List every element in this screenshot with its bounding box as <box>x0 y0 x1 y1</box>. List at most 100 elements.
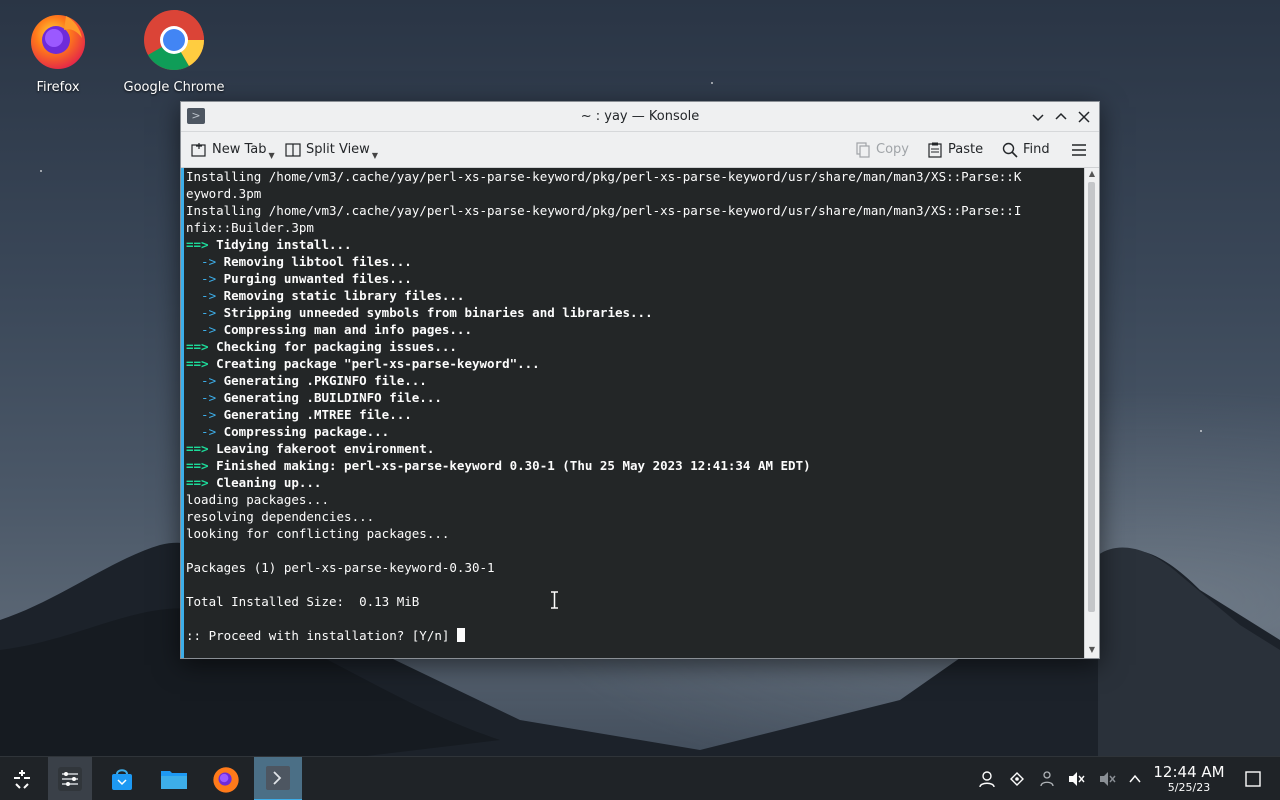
firefox-icon <box>213 767 239 793</box>
scrollbar-thumb[interactable] <box>1088 182 1095 612</box>
desktop-icon-chrome[interactable]: Google Chrome <box>119 8 229 95</box>
taskbar-firefox-app[interactable] <box>204 757 248 800</box>
terminal-line-prefix: -> <box>186 407 217 422</box>
paste-icon <box>928 142 942 158</box>
scroll-up-icon[interactable]: ▲ <box>1087 169 1097 181</box>
terminal-line-text: Generating .PKGINFO file... <box>216 373 427 388</box>
terminal-line-text: Leaving fakeroot environment. <box>208 441 435 456</box>
split-view-icon <box>285 143 301 157</box>
terminal-line: nfix::Builder.3pm <box>186 219 1084 236</box>
copy-label: Copy <box>876 142 909 157</box>
taskbar-dolphin-app[interactable] <box>152 757 196 800</box>
terminal-line: ==> Finished making: perl-xs-parse-keywo… <box>186 457 1084 474</box>
terminal-icon <box>266 766 290 790</box>
network-icon <box>1040 771 1054 787</box>
terminal-line-text: Removing libtool files... <box>216 254 412 269</box>
digital-clock[interactable]: 12:44 AM 5/25/23 <box>1148 763 1230 795</box>
terminal-line: -> Compressing man and info pages... <box>186 321 1084 338</box>
window-title: ~ : yay — Konsole <box>580 109 700 124</box>
kde-connect-icon[interactable] <box>1007 769 1027 789</box>
terminal-line-text: Installing /home/vm3/.cache/yay/perl-xs-… <box>186 169 1022 184</box>
terminal-line-text: loading packages... <box>186 492 329 507</box>
terminal-line-prefix: -> <box>186 322 217 337</box>
terminal-line: ==> Tidying install... <box>186 236 1084 253</box>
maximize-button[interactable] <box>1050 106 1072 128</box>
terminal-line-text: Compressing package... <box>216 424 390 439</box>
terminal-output[interactable]: Installing /home/vm3/.cache/yay/perl-xs-… <box>181 168 1084 658</box>
terminal-scrollbar[interactable]: ▲ ▼ <box>1084 168 1099 658</box>
terminal-line-prefix: ==> <box>186 339 209 354</box>
new-tab-button[interactable]: New Tab ▼ <box>191 140 275 160</box>
split-view-button[interactable]: Split View ▼ <box>285 140 378 160</box>
terminal-line: ==> Checking for packaging issues... <box>186 338 1084 355</box>
taskbar-settings-app[interactable] <box>48 757 92 800</box>
chevron-down-icon: ▼ <box>371 151 378 160</box>
find-button[interactable]: Find <box>1002 140 1050 160</box>
terminal-line: looking for conflicting packages... <box>186 525 1084 542</box>
taskbar-discover-app[interactable] <box>100 757 144 800</box>
terminal-line-prefix: -> <box>186 288 217 303</box>
microphone-muted-icon[interactable] <box>1097 769 1117 789</box>
terminal-line-text: Cleaning up... <box>208 475 322 490</box>
star <box>711 82 713 84</box>
terminal-line-text: resolving dependencies... <box>186 509 375 524</box>
terminal-line: ==> Creating package "perl-xs-parse-keyw… <box>186 355 1084 372</box>
minimize-button[interactable] <box>1027 106 1049 128</box>
terminal-line: eyword.3pm <box>186 185 1084 202</box>
terminal-line-text: Compressing man and info pages... <box>216 322 472 337</box>
star <box>1200 430 1202 432</box>
terminal-line-prefix: -> <box>186 390 217 405</box>
show-desktop-button[interactable] <box>1243 769 1263 789</box>
terminal-line-text: Removing static library files... <box>216 288 465 303</box>
terminal-line: Installing /home/vm3/.cache/yay/perl-xs-… <box>186 202 1084 219</box>
terminal-line: Total Installed Size: 0.13 MiB <box>186 593 1084 610</box>
terminal-line-prefix: -> <box>186 254 217 269</box>
terminal-line: -> Generating .BUILDINFO file... <box>186 389 1084 406</box>
terminal-line-text: Creating package "perl-xs-parse-keyword"… <box>208 356 540 371</box>
konsole-window: > ~ : yay — Konsole New Tab ▼ Split View… <box>180 101 1100 659</box>
terminal-line-text: Installing /home/vm3/.cache/yay/perl-xs-… <box>186 203 1022 218</box>
desktop-icon-firefox[interactable]: Firefox <box>3 8 113 95</box>
network-status-icon[interactable] <box>1037 769 1057 789</box>
terminal-line-text: :: Proceed with installation? [Y/n] <box>186 628 457 643</box>
chevron-up-icon <box>1055 112 1067 120</box>
terminal-line-text: Finished making: perl-xs-parse-keyword 0… <box>208 458 811 473</box>
taskbar: 12:44 AM 5/25/23 <box>0 756 1280 800</box>
terminal-line: ==> Cleaning up... <box>186 474 1084 491</box>
terminal-line: loading packages... <box>186 491 1084 508</box>
terminal-line-text: eyword.3pm <box>186 186 262 201</box>
close-icon <box>1078 111 1090 123</box>
window-titlebar[interactable]: > ~ : yay — Konsole <box>181 102 1099 132</box>
close-button[interactable] <box>1073 106 1095 128</box>
copy-button[interactable]: Copy <box>855 140 909 160</box>
terminal-line: Installing /home/vm3/.cache/yay/perl-xs-… <box>186 168 1084 185</box>
system-tray-expand-button[interactable] <box>1125 769 1145 789</box>
show-desktop-icon <box>1245 771 1261 787</box>
split-view-label: Split View <box>306 142 370 157</box>
paste-button[interactable]: Paste <box>927 140 983 160</box>
chevron-down-icon <box>1032 114 1044 122</box>
terminal-line: -> Generating .PKGINFO file... <box>186 372 1084 389</box>
copy-icon <box>856 142 870 158</box>
user-status-icon[interactable] <box>977 769 997 789</box>
firefox-icon <box>31 15 85 69</box>
taskbar-konsole-app[interactable] <box>254 757 302 800</box>
speaker-muted-icon <box>1069 772 1085 786</box>
new-tab-icon <box>191 143 206 157</box>
terminal-line-text: Checking for packaging issues... <box>208 339 457 354</box>
terminal-line: :: Proceed with installation? [Y/n] <box>186 627 1084 644</box>
application-launcher-button[interactable] <box>0 757 44 800</box>
terminal-line-text: Total Installed Size: 0.13 MiB <box>186 594 420 609</box>
speaker-off-icon <box>1100 772 1116 786</box>
terminal-line: -> Compressing package... <box>186 423 1084 440</box>
volume-muted-icon[interactable] <box>1066 769 1086 789</box>
folder-icon <box>161 771 187 789</box>
scroll-down-icon[interactable]: ▼ <box>1087 645 1097 657</box>
terminal-line-text: Packages (1) perl-xs-parse-keyword-0.30-… <box>186 560 495 575</box>
chevron-down-icon: ▼ <box>268 151 275 160</box>
terminal-line-prefix: ==> <box>186 475 209 490</box>
hamburger-menu-button[interactable] <box>1071 140 1092 160</box>
